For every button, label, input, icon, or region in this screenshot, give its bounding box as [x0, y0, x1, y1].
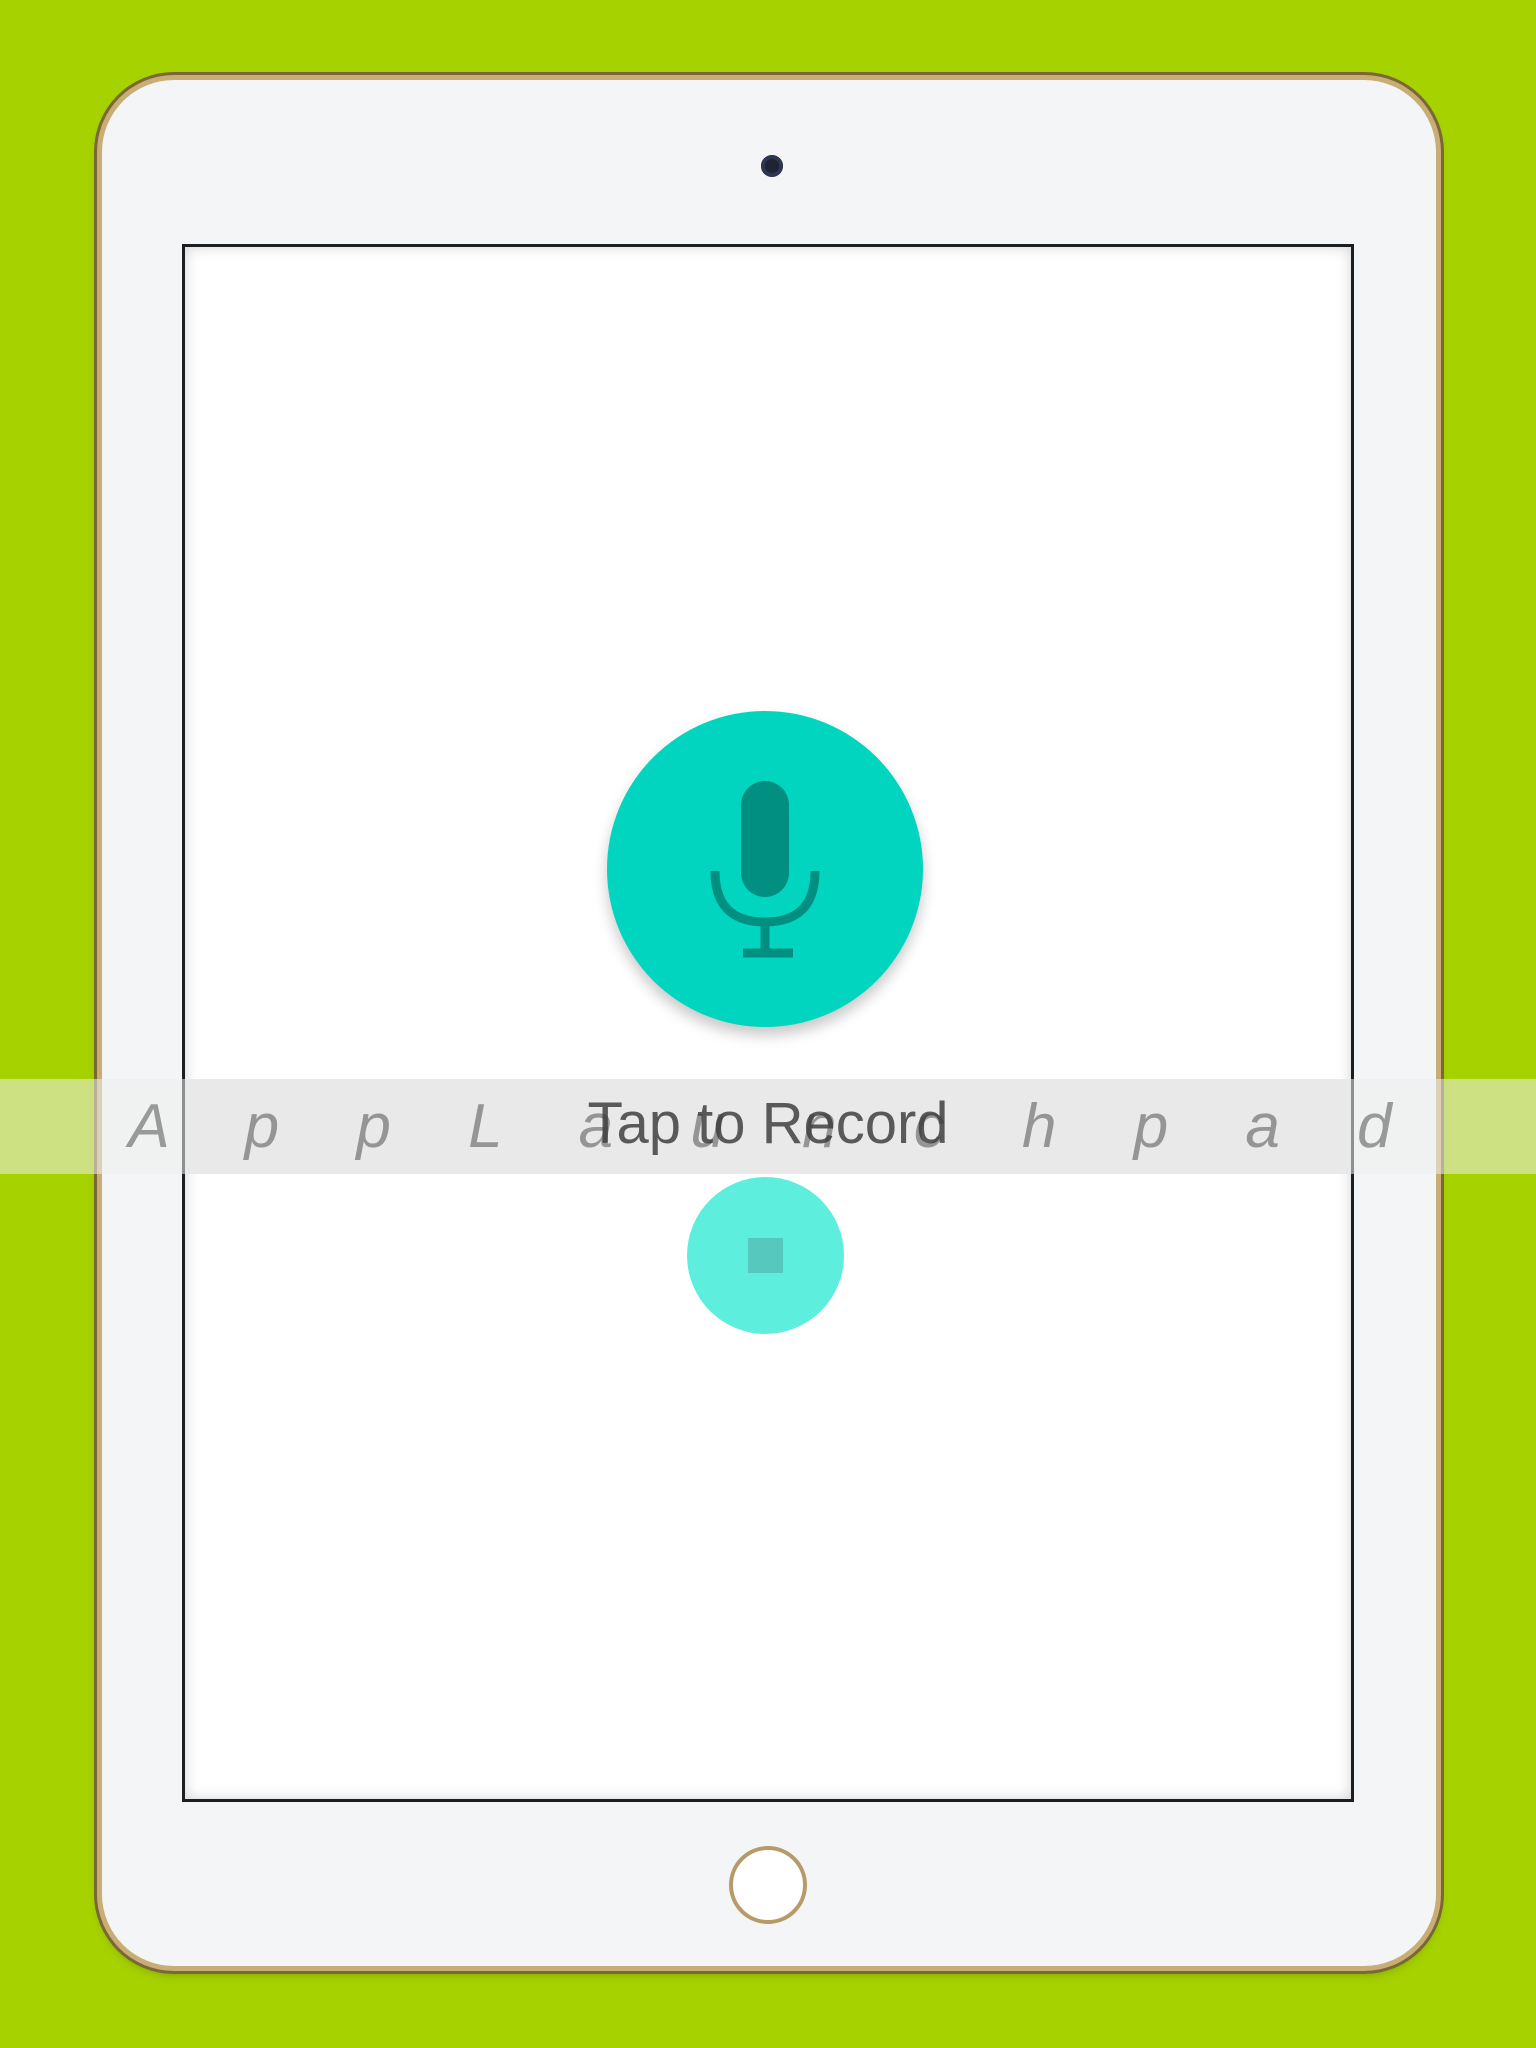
record-button[interactable]: [607, 711, 923, 1027]
tap-to-record-label[interactable]: Tap to Record: [0, 1079, 1536, 1174]
stop-icon: [748, 1238, 783, 1273]
stop-button[interactable]: [687, 1177, 844, 1334]
microphone-icon: [710, 781, 820, 958]
front-camera-icon: [761, 155, 783, 177]
home-button[interactable]: [729, 1846, 807, 1924]
